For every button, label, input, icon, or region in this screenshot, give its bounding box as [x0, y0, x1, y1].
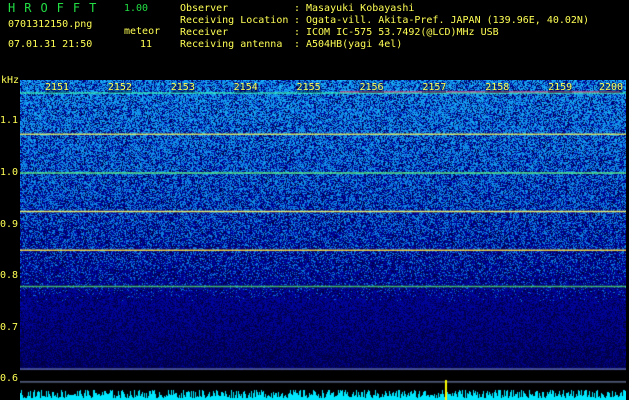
mode-count: 11	[140, 39, 153, 50]
info-observer-value: Masayuki Kobayashi	[306, 3, 415, 14]
y-axis-label: kHz	[1, 75, 20, 86]
x-tick-label: 2152	[107, 82, 132, 93]
info-location-label: Receiving Location	[180, 15, 289, 26]
x-tick-label: 2200	[599, 82, 624, 93]
x-tick-label: 2159	[548, 82, 573, 93]
y-tick-label: 0.8	[0, 270, 19, 282]
x-tick-label: 2156	[359, 82, 384, 93]
y-tick-label: 0.9	[0, 218, 19, 230]
info-receiver-sep: :	[294, 27, 301, 38]
info-receiver-value: ICOM IC-575 53.7492(@LCD)MHz USB	[306, 27, 499, 38]
y-tick-label: 0.7	[0, 321, 19, 333]
file-name: 0701312150.png	[8, 19, 93, 30]
datetime: 07.01.31 21:50	[8, 39, 93, 50]
spectrogram-plot	[20, 80, 626, 400]
x-tick-label: 2153	[170, 82, 195, 93]
info-observer-label: Observer	[180, 3, 229, 14]
info-antenna-sep: :	[294, 39, 301, 50]
x-tick-label: 2151	[45, 82, 70, 93]
info-antenna-label: Receiving antenna	[180, 39, 283, 50]
app-title: HROFFT	[8, 1, 106, 15]
info-observer-sep: :	[294, 3, 301, 14]
y-tick-label: 1.0	[0, 166, 19, 178]
mode-label: meteor	[124, 26, 161, 37]
info-receiver-label: Receiver	[180, 27, 229, 38]
info-antenna-value: A504HB(yagi 4el)	[306, 39, 403, 50]
x-tick-label: 2157	[422, 82, 447, 93]
info-location-value: Ogata-vill. Akita-Pref. JAPAN (139.96E, …	[306, 15, 589, 26]
x-tick-label: 2155	[296, 82, 321, 93]
x-tick-label: 2154	[233, 82, 258, 93]
info-location-sep: :	[294, 15, 301, 26]
y-tick-label: 0.6	[0, 373, 19, 385]
y-tick-label: 1.1	[0, 115, 19, 127]
x-tick-label: 2158	[485, 82, 510, 93]
app-version: 1.00	[124, 3, 149, 14]
